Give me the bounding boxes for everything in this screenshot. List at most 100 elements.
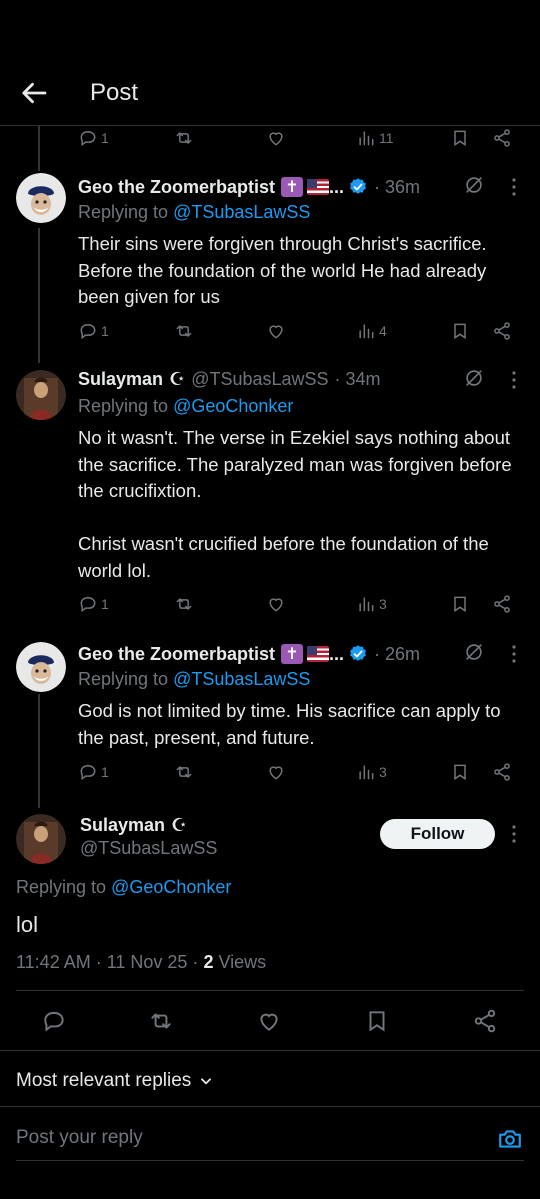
repost-button[interactable] [174, 762, 194, 782]
reply-icon [80, 596, 96, 613]
more-options-icon[interactable] [504, 370, 524, 390]
crescent-icon: ☪ [171, 814, 188, 835]
reply-button[interactable]: 1 [78, 762, 109, 782]
reply-count: 1 [101, 596, 109, 612]
grok-icon[interactable] [463, 367, 485, 389]
share-icon [494, 322, 510, 340]
back-arrow-icon[interactable] [20, 78, 50, 108]
repost-icon[interactable] [148, 1008, 174, 1034]
heart-icon[interactable] [256, 1008, 282, 1034]
heart-icon [269, 325, 283, 339]
tweet-actions: 1 3 [78, 594, 524, 620]
display-name[interactable]: Sulayman [80, 815, 165, 836]
us-flag-icon [307, 646, 330, 662]
repost-icon [176, 766, 192, 778]
user-handle[interactable]: @TSubasLawSS [191, 369, 328, 390]
repost-button[interactable] [174, 128, 194, 148]
more-options-icon[interactable] [504, 824, 524, 844]
top-bar: Post [0, 60, 540, 126]
avatar[interactable] [16, 173, 66, 223]
display-name[interactable]: Sulayman [78, 369, 163, 390]
sort-label: Most relevant replies [16, 1070, 192, 1091]
replying-to: Replying to @GeoChonker [16, 877, 232, 897]
bookmark-button[interactable] [450, 321, 470, 341]
share-button[interactable] [492, 762, 512, 782]
views-count: 4 [379, 323, 387, 339]
reply-count: 1 [101, 323, 109, 339]
repost-button[interactable] [174, 594, 194, 614]
mention-link[interactable]: @TSubasLawSS [173, 202, 310, 222]
views-chart-icon [359, 597, 374, 612]
views-chart-icon [359, 324, 374, 339]
cross-emoji-icon: ✝ [281, 177, 304, 197]
tweet-header: Geo the Zoomerbaptist ✝ ... · 36m [78, 174, 526, 200]
display-name[interactable]: Geo the Zoomerbaptist [78, 644, 275, 665]
share-icon [494, 763, 510, 781]
camera-icon[interactable] [497, 1126, 523, 1152]
verified-badge-icon [348, 644, 368, 664]
bookmark-icon[interactable] [364, 1008, 390, 1034]
reply-icon[interactable] [41, 1008, 67, 1034]
avatar[interactable] [16, 814, 66, 864]
tweet-header: Sulayman ☪ @TSubasLawSS · 34m [78, 366, 526, 392]
reply-button[interactable]: 1 [78, 321, 109, 341]
name-ellipsis: ... [329, 643, 345, 664]
page-title: Post [90, 79, 139, 106]
name-ellipsis: ... [329, 176, 345, 197]
views-label: Views [213, 952, 267, 972]
share-button[interactable] [492, 128, 512, 148]
sort-replies-dropdown[interactable]: Most relevant replies [16, 1070, 213, 1092]
more-options-icon[interactable] [504, 644, 524, 664]
user-handle[interactable]: @TSubasLawSS [80, 838, 217, 859]
avatar[interactable] [16, 370, 66, 420]
bookmark-icon [454, 764, 466, 781]
views-button[interactable]: 3 [356, 762, 387, 782]
bookmark-button[interactable] [450, 128, 470, 148]
mention-link[interactable]: @GeoChonker [111, 877, 231, 897]
grok-icon[interactable] [463, 641, 485, 663]
reply-icon [80, 764, 96, 781]
follow-button[interactable]: Follow [380, 819, 495, 849]
views-count: 3 [379, 764, 387, 780]
timestamp[interactable]: · 34m [335, 369, 381, 390]
verified-badge-icon [348, 177, 368, 197]
avatar[interactable] [16, 642, 66, 692]
like-button[interactable] [266, 321, 286, 341]
views-button[interactable]: 11 [356, 128, 394, 148]
views-button[interactable]: 4 [356, 321, 387, 341]
views-count[interactable]: 2 [203, 952, 213, 972]
display-name[interactable]: Geo the Zoomerbaptist [78, 177, 275, 198]
replying-to: Replying to @TSubasLawSS [78, 202, 311, 222]
like-button[interactable] [266, 762, 286, 782]
views-button[interactable]: 3 [356, 594, 387, 614]
views-count: 3 [379, 596, 387, 612]
thread-line [38, 694, 40, 808]
divider [0, 1106, 540, 1107]
crescent-icon: ☪ [169, 368, 186, 389]
share-button[interactable] [492, 594, 512, 614]
thread-line [38, 228, 40, 363]
repost-icon [176, 325, 192, 337]
mention-link[interactable]: @TSubasLawSS [173, 669, 310, 689]
reply-button[interactable]: 1 [78, 128, 109, 148]
share-icon[interactable] [472, 1008, 498, 1034]
reply-input[interactable] [16, 1127, 436, 1149]
like-button[interactable] [266, 128, 286, 148]
mention-link[interactable]: @GeoChonker [173, 396, 293, 416]
share-button[interactable] [492, 321, 512, 341]
timestamp[interactable]: · 36m [374, 177, 420, 198]
bookmark-button[interactable] [450, 594, 470, 614]
tweet-actions: 1 11 [78, 128, 524, 154]
tweet-text: God is not limited by time. His sacrific… [78, 700, 506, 748]
repost-icon [176, 132, 192, 144]
bookmark-button[interactable] [450, 762, 470, 782]
repost-button[interactable] [174, 321, 194, 341]
heart-icon [269, 132, 283, 146]
grok-icon[interactable] [463, 174, 485, 196]
replying-to: Replying to @GeoChonker [78, 396, 294, 416]
timestamp[interactable]: · 26m [374, 644, 420, 665]
more-options-icon[interactable] [504, 177, 524, 197]
reply-button[interactable]: 1 [78, 594, 109, 614]
like-button[interactable] [266, 594, 286, 614]
divider [0, 1050, 540, 1051]
